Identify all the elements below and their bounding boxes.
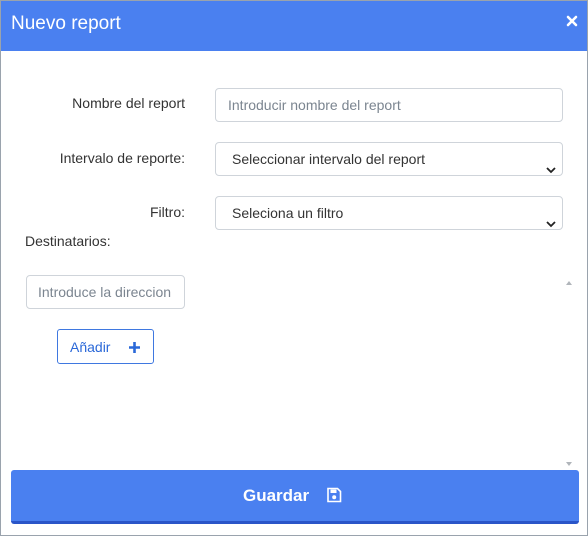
report-interval-select[interactable]: Seleccionar intervalo del report xyxy=(215,142,563,176)
scroll-down-arrow-icon[interactable] xyxy=(565,455,573,466)
filter-select[interactable]: Seleciona un filtro xyxy=(215,196,563,230)
add-recipient-label: Añadir xyxy=(70,339,111,355)
add-recipient-button[interactable]: Añadir xyxy=(57,329,154,364)
scroll-up-arrow-icon[interactable] xyxy=(565,274,573,285)
recipient-email-input[interactable] xyxy=(26,275,185,309)
report-name-input[interactable] xyxy=(215,88,563,122)
new-report-dialog: Nuevo report Nombre del report Intervalo… xyxy=(0,0,588,536)
dialog-header: Nuevo report xyxy=(1,1,587,51)
filter-label: Filtro: xyxy=(150,204,185,220)
report-name-label: Nombre del report xyxy=(72,95,185,111)
floppy-disk-icon xyxy=(326,487,342,503)
chevron-down-icon xyxy=(546,208,556,228)
report-interval-selected-value: Seleccionar intervalo del report xyxy=(232,151,425,167)
filter-selected-value: Seleciona un filtro xyxy=(232,205,344,221)
close-icon[interactable] xyxy=(565,14,579,28)
save-button[interactable]: Guardar xyxy=(11,470,579,524)
recipients-label: Destinatarios: xyxy=(25,233,111,249)
dialog-title: Nuevo report xyxy=(11,13,121,34)
report-interval-label: Intervalo de reporte: xyxy=(59,150,185,166)
save-button-label: Guardar xyxy=(243,486,310,505)
plus-icon xyxy=(128,341,141,354)
chevron-down-icon xyxy=(546,154,556,174)
